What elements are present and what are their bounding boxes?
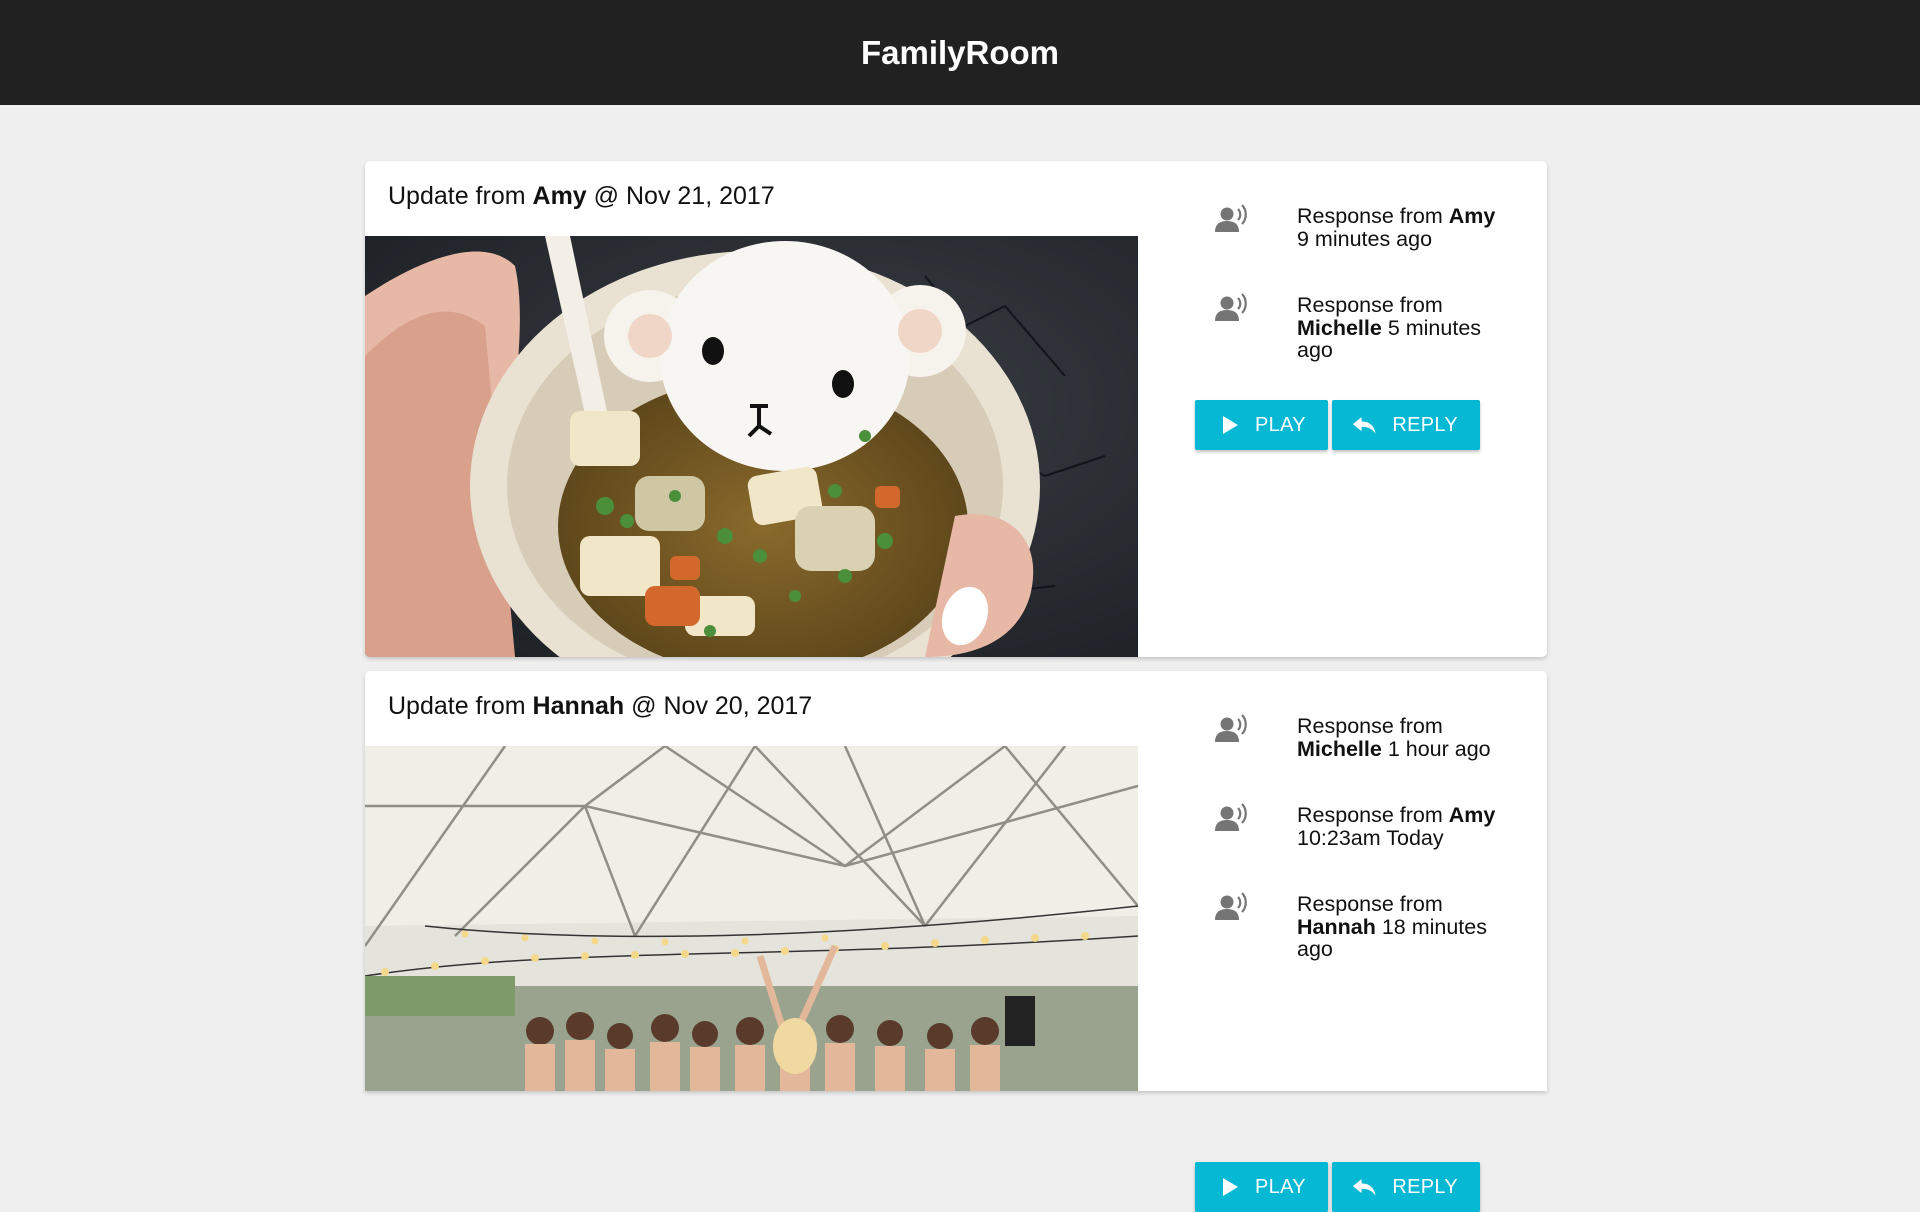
play-button[interactable]: PLAY [1195, 400, 1328, 450]
response-prefix: Response from [1297, 803, 1449, 827]
top-bar: FamilyRoom [0, 0, 1920, 105]
response-item[interactable]: Response from Amy 10:23am Today [1215, 803, 1535, 849]
update-separator: @ [586, 182, 626, 210]
response-author: Amy [1448, 803, 1496, 827]
card-actions: PLAY REPLY [1195, 1162, 1480, 1212]
photo-image [365, 236, 1138, 657]
reply-arrow-icon [1352, 1179, 1376, 1196]
update-prefix: Update from [388, 182, 533, 210]
update-date: Nov 21, 2017 [625, 182, 775, 210]
photo-image [365, 746, 1138, 1091]
play-icon [1223, 1178, 1238, 1196]
update-separator: @ [624, 692, 664, 720]
response-item[interactable]: Response from Hannah 18 minutes ago [1215, 892, 1535, 961]
response-time: 9 minutes ago [1297, 226, 1433, 251]
play-icon [1223, 416, 1238, 434]
response-time: 10:23am Today [1297, 825, 1444, 850]
response-prefix: Response from [1297, 714, 1443, 738]
response-time: 1 hour ago [1381, 736, 1491, 761]
app-title: FamilyRoom [860, 33, 1060, 71]
update-date: Nov 20, 2017 [663, 692, 813, 720]
voice-person-icon [1215, 293, 1247, 321]
reply-button[interactable]: REPLY [1332, 1162, 1480, 1212]
reply-arrow-icon [1352, 417, 1376, 434]
voice-person-icon [1215, 892, 1247, 920]
play-label: PLAY [1255, 413, 1306, 436]
response-prefix: Response from [1297, 204, 1449, 228]
feed: Update from Amy @ Nov 21, 2017 Response … [365, 161, 1547, 1212]
card-actions: PLAY REPLY [1195, 400, 1480, 450]
response-item[interactable]: Response from Michelle 1 hour ago [1215, 714, 1535, 760]
response-text: Response from Michelle 1 hour ago [1297, 715, 1509, 760]
update-photo[interactable] [365, 746, 1138, 1091]
update-card: Update from Amy @ Nov 21, 2017 Response … [365, 161, 1547, 657]
voice-person-icon [1215, 204, 1247, 232]
response-author: Amy [1448, 204, 1496, 228]
voice-person-icon [1215, 714, 1247, 742]
responses-list: Response from Michelle 1 hour ago Respon… [1215, 714, 1535, 1005]
play-label: PLAY [1255, 1175, 1306, 1198]
update-prefix: Update from [388, 692, 533, 720]
response-item[interactable]: Response from Michelle 5 minutes ago [1215, 293, 1535, 362]
responses-list: Response from Amy 9 minutes ago Response… [1215, 204, 1535, 406]
response-item[interactable]: Response from Amy 9 minutes ago [1215, 204, 1535, 250]
response-author: Michelle [1297, 736, 1382, 761]
response-text: Response from Amy 10:23am Today [1297, 804, 1509, 849]
update-photo[interactable] [365, 236, 1138, 657]
reply-label: REPLY [1392, 1175, 1458, 1198]
update-author: Hannah [532, 692, 625, 720]
update-card: Update from Hannah @ Nov 20, 2017 Respon… [365, 671, 1547, 1212]
response-text: Response from Amy 9 minutes ago [1297, 205, 1509, 250]
response-author: Michelle [1297, 315, 1382, 340]
voice-person-icon [1215, 803, 1247, 831]
response-text: Response from Michelle 5 minutes ago [1297, 294, 1509, 362]
response-author: Hannah [1297, 914, 1376, 939]
play-button[interactable]: PLAY [1195, 1162, 1328, 1212]
reply-button[interactable]: REPLY [1332, 400, 1480, 450]
update-author: Amy [532, 182, 587, 210]
response-prefix: Response from [1297, 892, 1443, 916]
update-header: Update from Hannah @ Nov 20, 2017 [388, 692, 812, 721]
response-prefix: Response from [1297, 293, 1443, 317]
update-header: Update from Amy @ Nov 21, 2017 [388, 182, 775, 211]
reply-label: REPLY [1392, 413, 1458, 436]
response-text: Response from Hannah 18 minutes ago [1297, 893, 1509, 961]
